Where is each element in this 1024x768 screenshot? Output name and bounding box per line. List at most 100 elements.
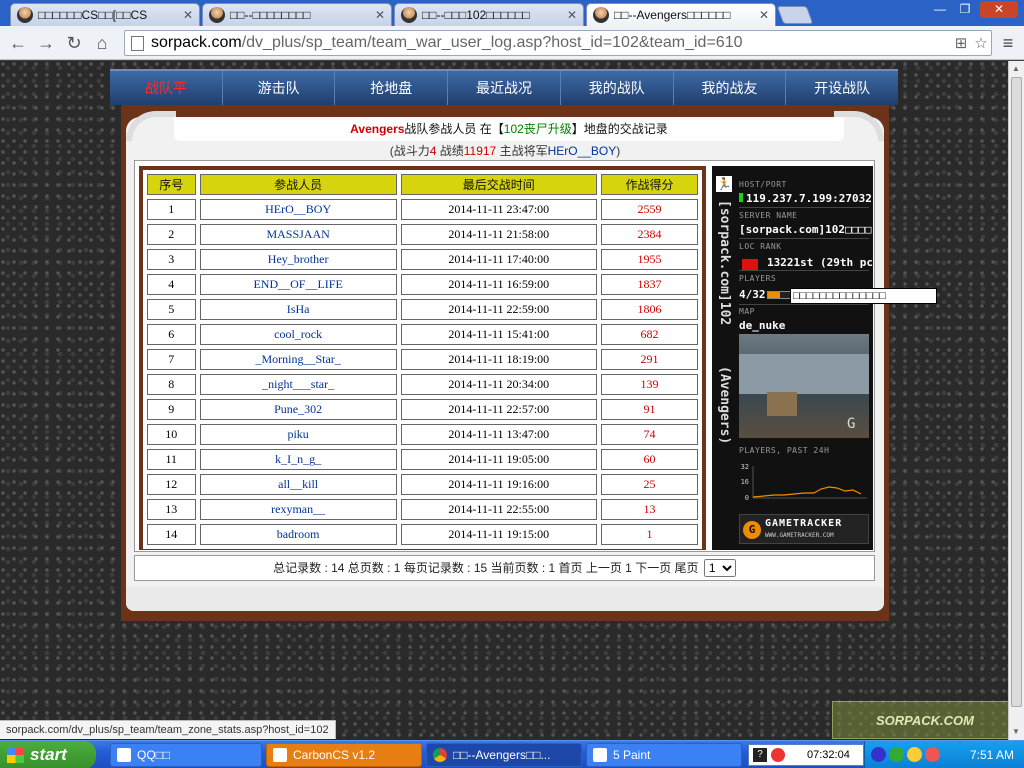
browser-tab-4[interactable]: □□--Avengers□□□□□□ ✕ <box>586 3 776 26</box>
player-name-link[interactable]: badroom <box>199 524 397 545</box>
last-battle-time: 2014-11-11 23:47:00 <box>400 199 597 220</box>
gametracker-brand[interactable]: G GAMETRACKER WWW.GAMETRACKER.COM <box>739 514 869 544</box>
table-row: 4 END__OF__LIFE 2014-11-11 16:59:00 1837 <box>147 274 698 295</box>
player-score: 1955 <box>600 249 698 270</box>
table-row: 6 cool_rock 2014-11-11 15:41:00 682 <box>147 324 698 345</box>
scrollbar-thumb[interactable] <box>1011 77 1022 707</box>
menu-icon[interactable]: ≡ <box>998 33 1018 53</box>
clan-general[interactable]: HErO__BOY <box>548 144 617 158</box>
last-battle-time: 2014-11-11 18:19:00 <box>400 349 597 370</box>
last-battle-time: 2014-11-11 19:15:00 <box>400 524 597 545</box>
volume-icon[interactable] <box>907 747 922 762</box>
taskbar-item-paint[interactable]: 5 Paint <box>586 743 742 767</box>
player-name-link[interactable]: cool_rock <box>199 324 397 345</box>
page-icon <box>131 35 144 51</box>
tooltip: □□□□□□□□□□□□□□ <box>790 288 937 304</box>
app-icon[interactable] <box>771 748 785 762</box>
close-window-button[interactable]: ✕ <box>980 1 1018 18</box>
browser-tab-1[interactable]: □□□□□□CS□□[□□CS ✕ <box>10 3 200 26</box>
browser-tab-strip: □□□□□□CS□□[□□CS ✕ □□--□□□□□□□□ ✕ □□--□□□10… <box>0 0 1024 26</box>
taskbar-item-chrome[interactable]: □□--Avengers□□... <box>426 743 582 767</box>
reload-button[interactable]: ↻ <box>62 31 86 55</box>
player-score: 74 <box>600 424 698 445</box>
security-icon[interactable] <box>925 747 940 762</box>
last-battle-time: 2014-11-11 22:59:00 <box>400 299 597 320</box>
clan-record: 11917 <box>463 144 497 158</box>
close-icon[interactable]: ✕ <box>567 8 577 22</box>
paint-icon <box>593 748 607 762</box>
player-name-link[interactable]: HErO__BOY <box>199 199 397 220</box>
taskbar-item-qq[interactable]: QQ□□ <box>110 743 262 767</box>
player-name-link[interactable]: _night___star_ <box>199 374 397 395</box>
zone-name-link[interactable]: 102丧尸升级 <box>504 122 572 136</box>
restore-button[interactable]: ❐ <box>953 1 977 18</box>
player-name-link[interactable]: MASSJAAN <box>199 224 397 245</box>
back-button[interactable]: ← <box>6 31 30 55</box>
tray-app-icon[interactable] <box>889 747 904 762</box>
scroll-down-icon[interactable]: ▼ <box>1012 727 1020 736</box>
hongkong-flag-icon <box>742 259 758 270</box>
content-frame: Avengers战队参战人员 在【102丧尸升级】地盘的交战记录 (战斗力4 战… <box>121 105 889 621</box>
player-name-link[interactable]: k_I_n_g_ <box>199 449 397 470</box>
row-index: 13 <box>147 499 196 520</box>
forward-button[interactable]: → <box>34 31 58 55</box>
battle-records-table: 序号 参战人员 最后交战时间 作战得分 1 HErO__BOY 2014-11-11… <box>142 169 703 550</box>
last-battle-time: 2014-11-11 13:47:00 <box>400 424 597 445</box>
player-name-link[interactable]: _Morning__Star_ <box>199 349 397 370</box>
clan-name-link[interactable]: Avengers <box>350 122 404 136</box>
player-score: 25 <box>600 474 698 495</box>
player-name-link[interactable]: Hey_brother <box>199 249 397 270</box>
col-player: 参战人员 <box>199 174 397 195</box>
player-score: 291 <box>600 349 698 370</box>
nav-item-create-clan[interactable]: 开设战队 <box>786 71 898 105</box>
gametracker-widget[interactable]: 🏃 [sorpack.com]102 (Avengers) HOST/PORT … <box>712 166 873 550</box>
star-icon[interactable]: ☆ <box>971 34 991 52</box>
player-name-link[interactable]: END__OF__LIFE <box>199 274 397 295</box>
last-battle-time: 2014-11-11 21:58:00 <box>400 224 597 245</box>
nav-item-guerrilla[interactable]: 游击队 <box>223 71 336 105</box>
server-players: 4/32 <box>739 288 766 301</box>
translate-icon[interactable]: ⊞ <box>951 34 971 52</box>
player-score: 2559 <box>600 199 698 220</box>
browser-tab-2[interactable]: □□--□□□□□□□□ ✕ <box>202 3 392 26</box>
scroll-up-icon[interactable]: ▲ <box>1012 64 1020 73</box>
carboncs-icon <box>273 748 287 762</box>
gametracker-watermark-icon: G <box>847 416 856 432</box>
close-icon[interactable]: ✕ <box>759 8 769 22</box>
address-bar[interactable]: sorpack.com/dv_plus/sp_team/team_war_use… <box>124 30 992 56</box>
nav-item-recent-battles[interactable]: 最近战况 <box>448 71 561 105</box>
table-header-row: 序号 参战人员 最后交战时间 作战得分 <box>147 174 698 195</box>
taskbar-item-carboncs[interactable]: CarbonCS v1.2 <box>266 743 422 767</box>
help-icon[interactable]: ? <box>753 748 767 762</box>
table-row: 3 Hey_brother 2014-11-11 17:40:00 1955 <box>147 249 698 270</box>
nav-item-clan-home[interactable]: 战队平 <box>110 71 223 105</box>
row-index: 8 <box>147 374 196 395</box>
graph-tick-0: 0 <box>745 494 749 502</box>
home-button[interactable]: ⌂ <box>90 31 114 55</box>
player-name-link[interactable]: Pune_302 <box>199 399 397 420</box>
url-text[interactable]: sorpack.com/dv_plus/sp_team/team_war_use… <box>151 34 951 52</box>
network-icon[interactable] <box>871 747 886 762</box>
table-row: 14 badroom 2014-11-11 19:15:00 1 <box>147 524 698 545</box>
page-select[interactable]: 1 <box>703 559 736 577</box>
players-line <box>752 486 862 498</box>
nav-item-my-friends[interactable]: 我的战友 <box>674 71 787 105</box>
nav-item-territory[interactable]: 抢地盘 <box>335 71 449 105</box>
online-indicator-icon <box>739 193 743 202</box>
player-name-link[interactable]: rexyman__ <box>199 499 397 520</box>
player-name-link[interactable]: IsHa <box>199 299 397 320</box>
site-nav: 战队平 游击队 抢地盘 最近战况 我的战队 我的战友 开设战队 <box>110 69 898 105</box>
last-battle-time: 2014-11-11 15:41:00 <box>400 324 597 345</box>
browser-tab-3[interactable]: □□--□□□102□□□□□□ ✕ <box>394 3 584 26</box>
new-tab-button[interactable] <box>776 6 814 24</box>
minimize-button[interactable]: — <box>928 1 952 18</box>
player-name-link[interactable]: all__kill <box>199 474 397 495</box>
close-icon[interactable]: ✕ <box>375 8 385 22</box>
player-name-link[interactable]: piku <box>199 424 397 445</box>
col-score: 作战得分 <box>600 174 698 195</box>
start-button[interactable]: start <box>0 741 96 768</box>
nav-item-my-clan[interactable]: 我的战队 <box>561 71 674 105</box>
vertical-scrollbar[interactable]: ▲ ▼ <box>1008 61 1024 740</box>
close-icon[interactable]: ✕ <box>183 8 193 22</box>
table-row: 11 k_I_n_g_ 2014-11-11 19:05:00 60 <box>147 449 698 470</box>
